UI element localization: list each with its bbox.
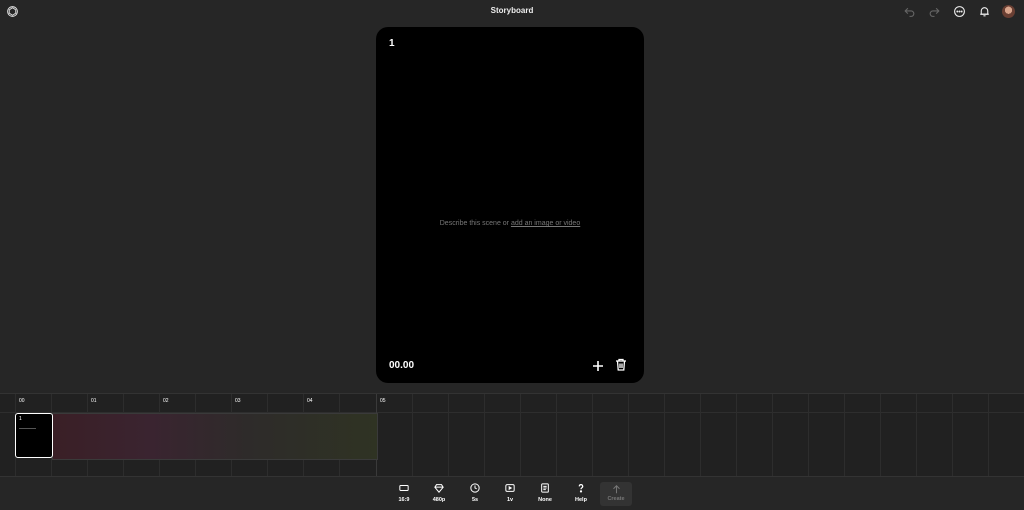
timeline-ruler[interactable]: 00 01 02 03 04 05 [0, 394, 1024, 413]
grid-line [844, 394, 845, 477]
diamond-icon [434, 484, 444, 493]
grid-line [916, 394, 917, 477]
clip-placeholder-line [19, 428, 36, 429]
undo-icon[interactable] [903, 5, 916, 18]
grid-line [664, 394, 665, 477]
grid-line [484, 394, 485, 477]
aspect-ratio-icon [399, 485, 409, 491]
grid-line [556, 394, 557, 477]
grid-line [772, 394, 773, 477]
document-icon [541, 483, 549, 493]
scene-prompt[interactable]: Describe this scene or add an image or v… [376, 220, 644, 227]
clip-number: 1 [19, 416, 22, 422]
grid-line [736, 394, 737, 477]
resolution-label: 480p [432, 497, 446, 503]
scene-number: 1 [389, 38, 395, 49]
page-title: Storyboard [490, 6, 534, 15]
timeline[interactable]: 00 01 02 03 04 05 1 [0, 393, 1024, 477]
timeline-clip[interactable] [52, 413, 378, 460]
preset-label: None [538, 497, 552, 503]
clock-icon [470, 483, 480, 493]
create-label: Create [607, 496, 625, 502]
grid-line [448, 394, 449, 477]
redo-icon[interactable] [928, 5, 941, 18]
notifications-bell-icon[interactable] [978, 5, 991, 18]
create-button[interactable]: Create [600, 482, 632, 506]
grid-line [952, 394, 953, 477]
arrow-up-icon [612, 485, 620, 494]
variations-label: 1v [506, 497, 514, 503]
grid-line [880, 394, 881, 477]
clip-thumbnail[interactable]: 1 [15, 413, 53, 458]
tick-label: 00 [19, 398, 25, 404]
duration-label: 5s [471, 497, 479, 503]
video-play-icon [505, 484, 515, 492]
aspect-ratio-label: 16:9 [398, 497, 410, 503]
scene-time: 00.00 [389, 360, 415, 371]
delete-scene-icon[interactable] [615, 358, 627, 371]
grid-line [592, 394, 593, 477]
variations-button[interactable]: 1v [495, 483, 525, 503]
add-media-link[interactable]: add an image or video [511, 220, 580, 227]
resolution-button[interactable]: 480p [424, 483, 454, 503]
grid-line [628, 394, 629, 477]
avatar[interactable] [1002, 5, 1015, 18]
duration-button[interactable]: 5s [460, 483, 490, 503]
grid-line [988, 394, 989, 477]
grid-line [700, 394, 701, 477]
scene-prompt-text: Describe this scene or [439, 220, 511, 227]
add-scene-icon[interactable] [592, 359, 604, 371]
tick-label: 01 [91, 398, 97, 404]
tick-label: 05 [380, 398, 386, 404]
top-bar: Storyboard [0, 0, 1024, 24]
tick-label: 04 [307, 398, 313, 404]
grid-line [412, 394, 413, 477]
tick-label: 03 [235, 398, 241, 404]
help-button[interactable]: Help [566, 483, 596, 503]
more-options-icon[interactable] [953, 5, 966, 18]
help-label: Help [575, 497, 587, 503]
grid-line [520, 394, 521, 477]
grid-line [808, 394, 809, 477]
aspect-ratio-button[interactable]: 16:9 [389, 483, 419, 503]
bottom-toolbar: 16:9 480p 5s 1v None Help Create [0, 476, 1024, 510]
preset-button[interactable]: None [530, 483, 560, 503]
scene-card[interactable]: 1 Describe this scene or add an image or… [376, 27, 644, 383]
tick-label: 02 [163, 398, 169, 404]
question-mark-icon [578, 484, 584, 493]
